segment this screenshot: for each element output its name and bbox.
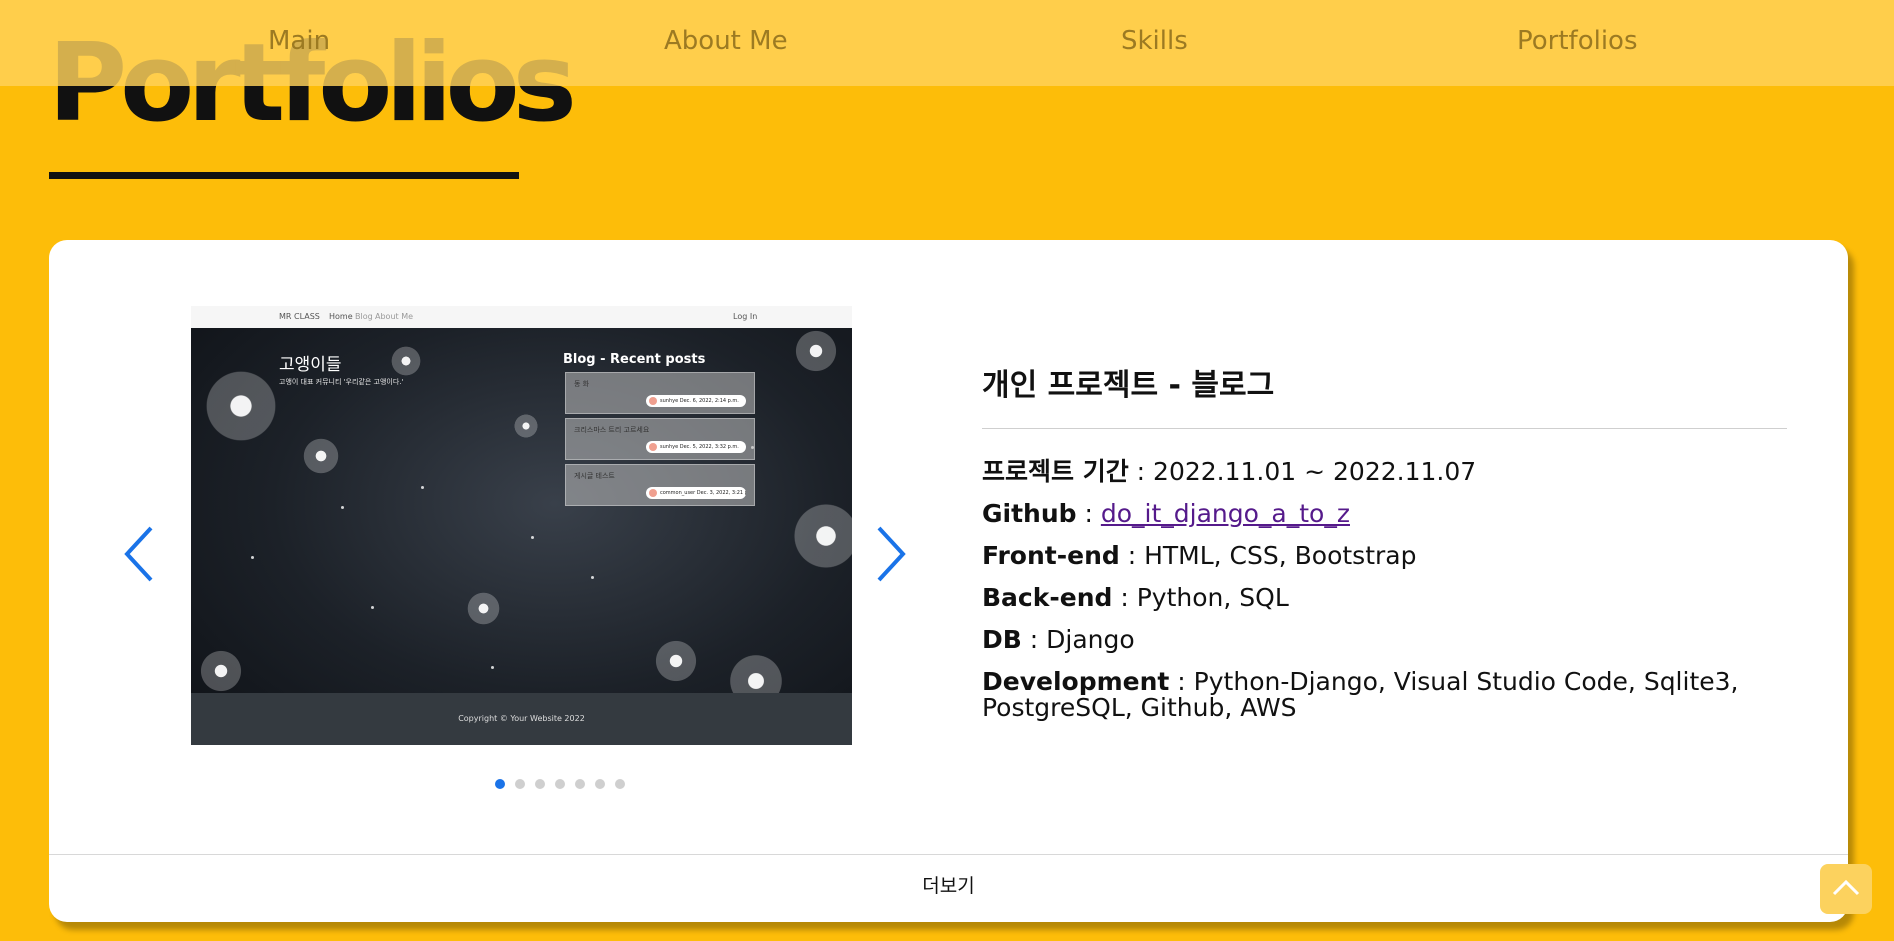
detail-period: 프로젝트 기간 : 2022.11.01 ~ 2022.11.07	[982, 459, 1792, 485]
screenshot-post-meta: common_user Dec. 3, 2022, 3:21 p.m.	[646, 487, 746, 499]
snow-dot	[371, 606, 374, 609]
carousel-indicator-1[interactable]	[495, 779, 505, 789]
detail-value: : Python, SQL	[1112, 583, 1289, 612]
chevron-up-icon	[1832, 879, 1860, 896]
project-carousel: MR CLASS Home Blog About Me Log In 고앵이들 …	[109, 292, 906, 792]
screenshot-nav-about: About Me	[375, 312, 414, 321]
carousel-indicator-2[interactable]	[515, 779, 525, 789]
nav-item-skills[interactable]: Skills	[1121, 26, 1188, 56]
nav-item-about-me[interactable]: About Me	[664, 26, 788, 56]
detail-github: Github : do_it_django_a_to_z	[982, 501, 1792, 527]
nav-item-main[interactable]: Main	[268, 26, 330, 56]
screenshot-navbar: MR CLASS Home Blog About Me Log In	[191, 306, 852, 328]
top-nav: Main About Me Skills Portfolios	[0, 0, 1894, 86]
screenshot-post-title: 동 화	[574, 380, 590, 388]
snowflake-decoration	[291, 426, 351, 486]
project-info: 개인 프로젝트 - 블로그 프로젝트 기간 : 2022.11.01 ~ 202…	[982, 360, 1792, 737]
detail-value: : HTML, CSS, Bootstrap	[1119, 541, 1417, 570]
snow-dot	[341, 506, 344, 509]
detail-label: Github	[982, 499, 1077, 528]
detail-label: Front-end	[982, 541, 1120, 570]
github-link[interactable]: do_it_django_a_to_z	[1101, 499, 1350, 528]
snow-dot	[491, 666, 494, 669]
snow-dot	[421, 486, 424, 489]
screenshot-brand: MR CLASS	[279, 312, 320, 321]
detail-frontend: Front-end : HTML, CSS, Bootstrap	[982, 543, 1792, 569]
detail-backend: Back-end : Python, SQL	[982, 585, 1792, 611]
screenshot-panel-title: Blog - Recent posts	[563, 352, 706, 367]
screenshot-post-meta: sunhye Dec. 5, 2022, 3:32 p.m.	[646, 441, 746, 453]
screenshot-login: Log In	[733, 312, 758, 321]
portfolio-card: MR CLASS Home Blog About Me Log In 고앵이들 …	[49, 240, 1848, 922]
detail-db: DB : Django	[982, 627, 1792, 653]
card-footer: 더보기	[49, 854, 1848, 922]
carousel-indicator-5[interactable]	[575, 779, 585, 789]
screenshot-nav-home: Home	[329, 312, 353, 321]
screenshot-hero-subtitle: 고앵이 대표 커뮤니티 '우리같은 고앵이다.'	[279, 378, 404, 386]
project-screenshot: MR CLASS Home Blog About Me Log In 고앵이들 …	[191, 306, 852, 745]
more-button[interactable]: 더보기	[49, 855, 1848, 922]
screenshot-hero-title: 고앵이들	[279, 355, 342, 375]
snow-dot	[531, 536, 534, 539]
project-details: 프로젝트 기간 : 2022.11.01 ~ 2022.11.07 Github…	[982, 459, 1792, 721]
detail-sep: :	[1076, 499, 1101, 528]
divider	[982, 428, 1787, 429]
screenshot-post-title: 게시글 테스트	[574, 472, 615, 480]
carousel-indicators	[495, 774, 635, 789]
screenshot-footer: Copyright © Your Website 2022	[191, 693, 852, 745]
snowflake-decoration	[781, 316, 851, 386]
snowflake-decoration	[641, 626, 711, 696]
carousel-indicator-3[interactable]	[535, 779, 545, 789]
detail-development: Development : Python-Django, Visual Stud…	[982, 669, 1792, 721]
chevron-right-icon[interactable]	[869, 524, 909, 584]
detail-value: : 2022.11.01 ~ 2022.11.07	[1128, 457, 1477, 486]
snowflake-decoration	[456, 581, 511, 636]
snow-dot	[251, 556, 254, 559]
snow-dot	[591, 576, 594, 579]
carousel-indicator-7[interactable]	[615, 779, 625, 789]
screenshot-nav-blog: Blog	[355, 312, 373, 321]
screenshot-post: 동 화 sunhye Dec. 6, 2022, 2:14 p.m.	[565, 372, 755, 414]
detail-label: Back-end	[982, 583, 1113, 612]
screenshot-post: 크리스마스 트리 고르세요 sunhye Dec. 5, 2022, 3:32 …	[565, 418, 755, 460]
title-underline	[49, 172, 519, 179]
snowflake-decoration	[506, 406, 546, 446]
detail-label: DB	[982, 625, 1022, 654]
carousel-indicator-4[interactable]	[555, 779, 565, 789]
detail-label: 프로젝트 기간	[982, 457, 1129, 486]
scroll-top-button[interactable]	[1820, 864, 1872, 914]
project-title: 개인 프로젝트 - 블로그	[982, 368, 1275, 403]
detail-value: : Django	[1021, 625, 1135, 654]
chevron-left-icon[interactable]	[121, 524, 161, 584]
screenshot-post: 게시글 테스트 common_user Dec. 3, 2022, 3:21 p…	[565, 464, 755, 506]
screenshot-post-title: 크리스마스 트리 고르세요	[574, 426, 650, 434]
carousel-indicator-6[interactable]	[595, 779, 605, 789]
screenshot-post-meta: sunhye Dec. 6, 2022, 2:14 p.m.	[646, 395, 746, 407]
nav-item-portfolios[interactable]: Portfolios	[1517, 26, 1638, 56]
detail-label: Development	[982, 667, 1170, 696]
snowflake-decoration	[771, 481, 852, 591]
